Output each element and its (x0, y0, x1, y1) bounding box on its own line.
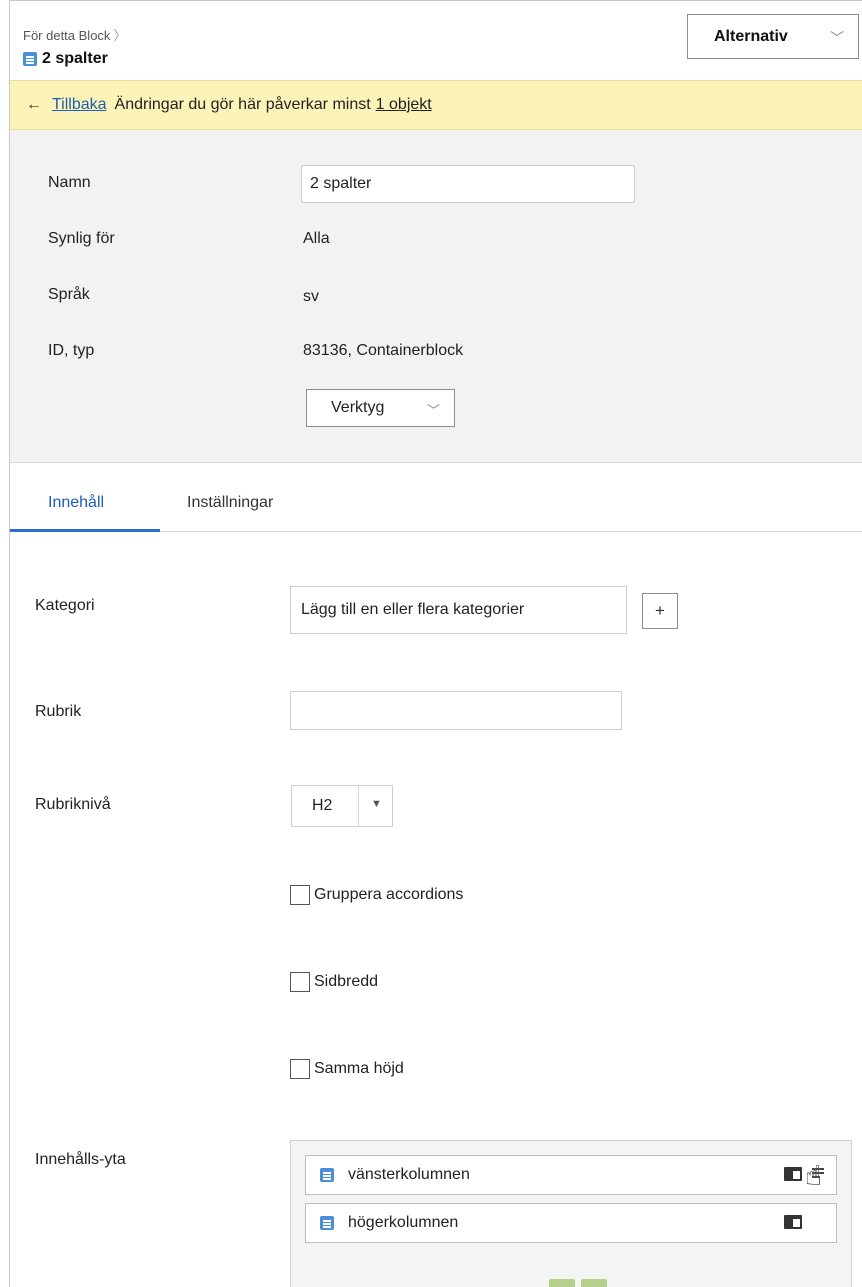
checkbox-group-accordions[interactable]: Gruppera accordions (290, 885, 463, 905)
back-link[interactable]: Tillbaka (52, 96, 107, 114)
content-area-dropzone[interactable]: vänsterkolumnen högerkolumnen ☝ (290, 1140, 852, 1287)
id-type-label: ID, typ (48, 342, 95, 359)
heading-level-label: Rubriknivå (35, 796, 111, 813)
objects-link[interactable]: 1 objekt (376, 96, 432, 114)
checkbox[interactable] (290, 972, 310, 992)
tools-dropdown-button[interactable]: Verktyg ﹀ (306, 389, 455, 427)
options-button-label: Alternativ (714, 27, 788, 45)
window-margin (0, 0, 9, 1287)
title-row: 2 spalter (23, 50, 108, 68)
select-divider (358, 786, 359, 826)
content-item-label[interactable]: vänsterkolumnen (348, 1166, 470, 1184)
block-icon (320, 1168, 334, 1182)
chevron-down-icon: ﹀ (426, 403, 440, 418)
active-tab-indicator (10, 529, 160, 532)
tab-settings[interactable]: Inställningar (187, 494, 273, 512)
warning-banner: ← Tillbaka Ändringar du gör här påverkar… (10, 80, 862, 130)
tools-button-label: Verktyg (331, 399, 385, 416)
name-input[interactable]: 2 spalter (301, 165, 635, 203)
heading-input[interactable] (290, 691, 622, 730)
tab-bar: Innehåll Inställningar (10, 463, 862, 532)
checkbox[interactable] (290, 885, 310, 905)
caret-down-icon[interactable]: ▼ (371, 798, 382, 810)
language-label: Språk (48, 286, 90, 303)
category-input[interactable]: Lägg till en eller flera kategorier (290, 586, 627, 634)
visible-label: Synlig för (48, 230, 115, 247)
block-editor-panel: För detta Block 〉 2 spalter Alternativ ﹀ … (9, 0, 862, 1287)
content-area-label: Innehålls-yta (35, 1151, 126, 1168)
heading-level-select[interactable]: H2 ▼ (291, 785, 393, 827)
hand-cursor-icon: ☝ (805, 1160, 823, 1191)
drop-target-indicator (549, 1279, 609, 1287)
checkbox-page-width[interactable]: Sidbredd (290, 972, 378, 992)
heading-level-value: H2 (312, 797, 333, 814)
folder-icon[interactable] (784, 1215, 802, 1229)
checkbox-label[interactable]: Gruppera accordions (314, 886, 463, 904)
banner-message: Ändringar du gör här påverkar minst (114, 96, 371, 113)
block-icon (23, 52, 37, 66)
id-type-value: 83136, Containerblock (303, 342, 464, 359)
checkbox[interactable] (290, 1059, 310, 1079)
name-label: Namn (48, 174, 91, 191)
add-category-button[interactable]: + (642, 593, 678, 629)
checkbox-label[interactable]: Samma höjd (314, 1060, 404, 1078)
category-label: Kategori (35, 597, 95, 614)
language-value: sv (303, 288, 319, 305)
chevron-right-icon: 〉 (113, 28, 127, 43)
checkbox-label[interactable]: Sidbredd (314, 973, 378, 991)
breadcrumb-label[interactable]: För detta Block (23, 28, 110, 43)
options-button[interactable]: Alternativ ﹀ (687, 14, 859, 59)
arrow-left-icon: ← (26, 96, 42, 113)
content-item[interactable]: högerkolumnen (305, 1203, 837, 1243)
checkbox-same-height[interactable]: Samma höjd (290, 1059, 404, 1079)
heading-label: Rubrik (35, 703, 82, 720)
tab-content[interactable]: Innehåll (48, 494, 104, 512)
block-icon (320, 1216, 334, 1230)
breadcrumb[interactable]: För detta Block 〉 (23, 25, 126, 44)
visible-value: Alla (303, 230, 330, 247)
page-title: 2 spalter (42, 50, 108, 67)
chevron-down-icon: ﹀ (830, 30, 844, 46)
content-item[interactable]: vänsterkolumnen (305, 1155, 837, 1195)
content-item-label[interactable]: högerkolumnen (348, 1214, 458, 1232)
block-info-section: Namn 2 spalter Synlig för Alla Språk sv … (10, 130, 862, 463)
folder-icon[interactable] (784, 1167, 802, 1181)
panel-header: För detta Block 〉 2 spalter Alternativ ﹀ (10, 0, 862, 80)
